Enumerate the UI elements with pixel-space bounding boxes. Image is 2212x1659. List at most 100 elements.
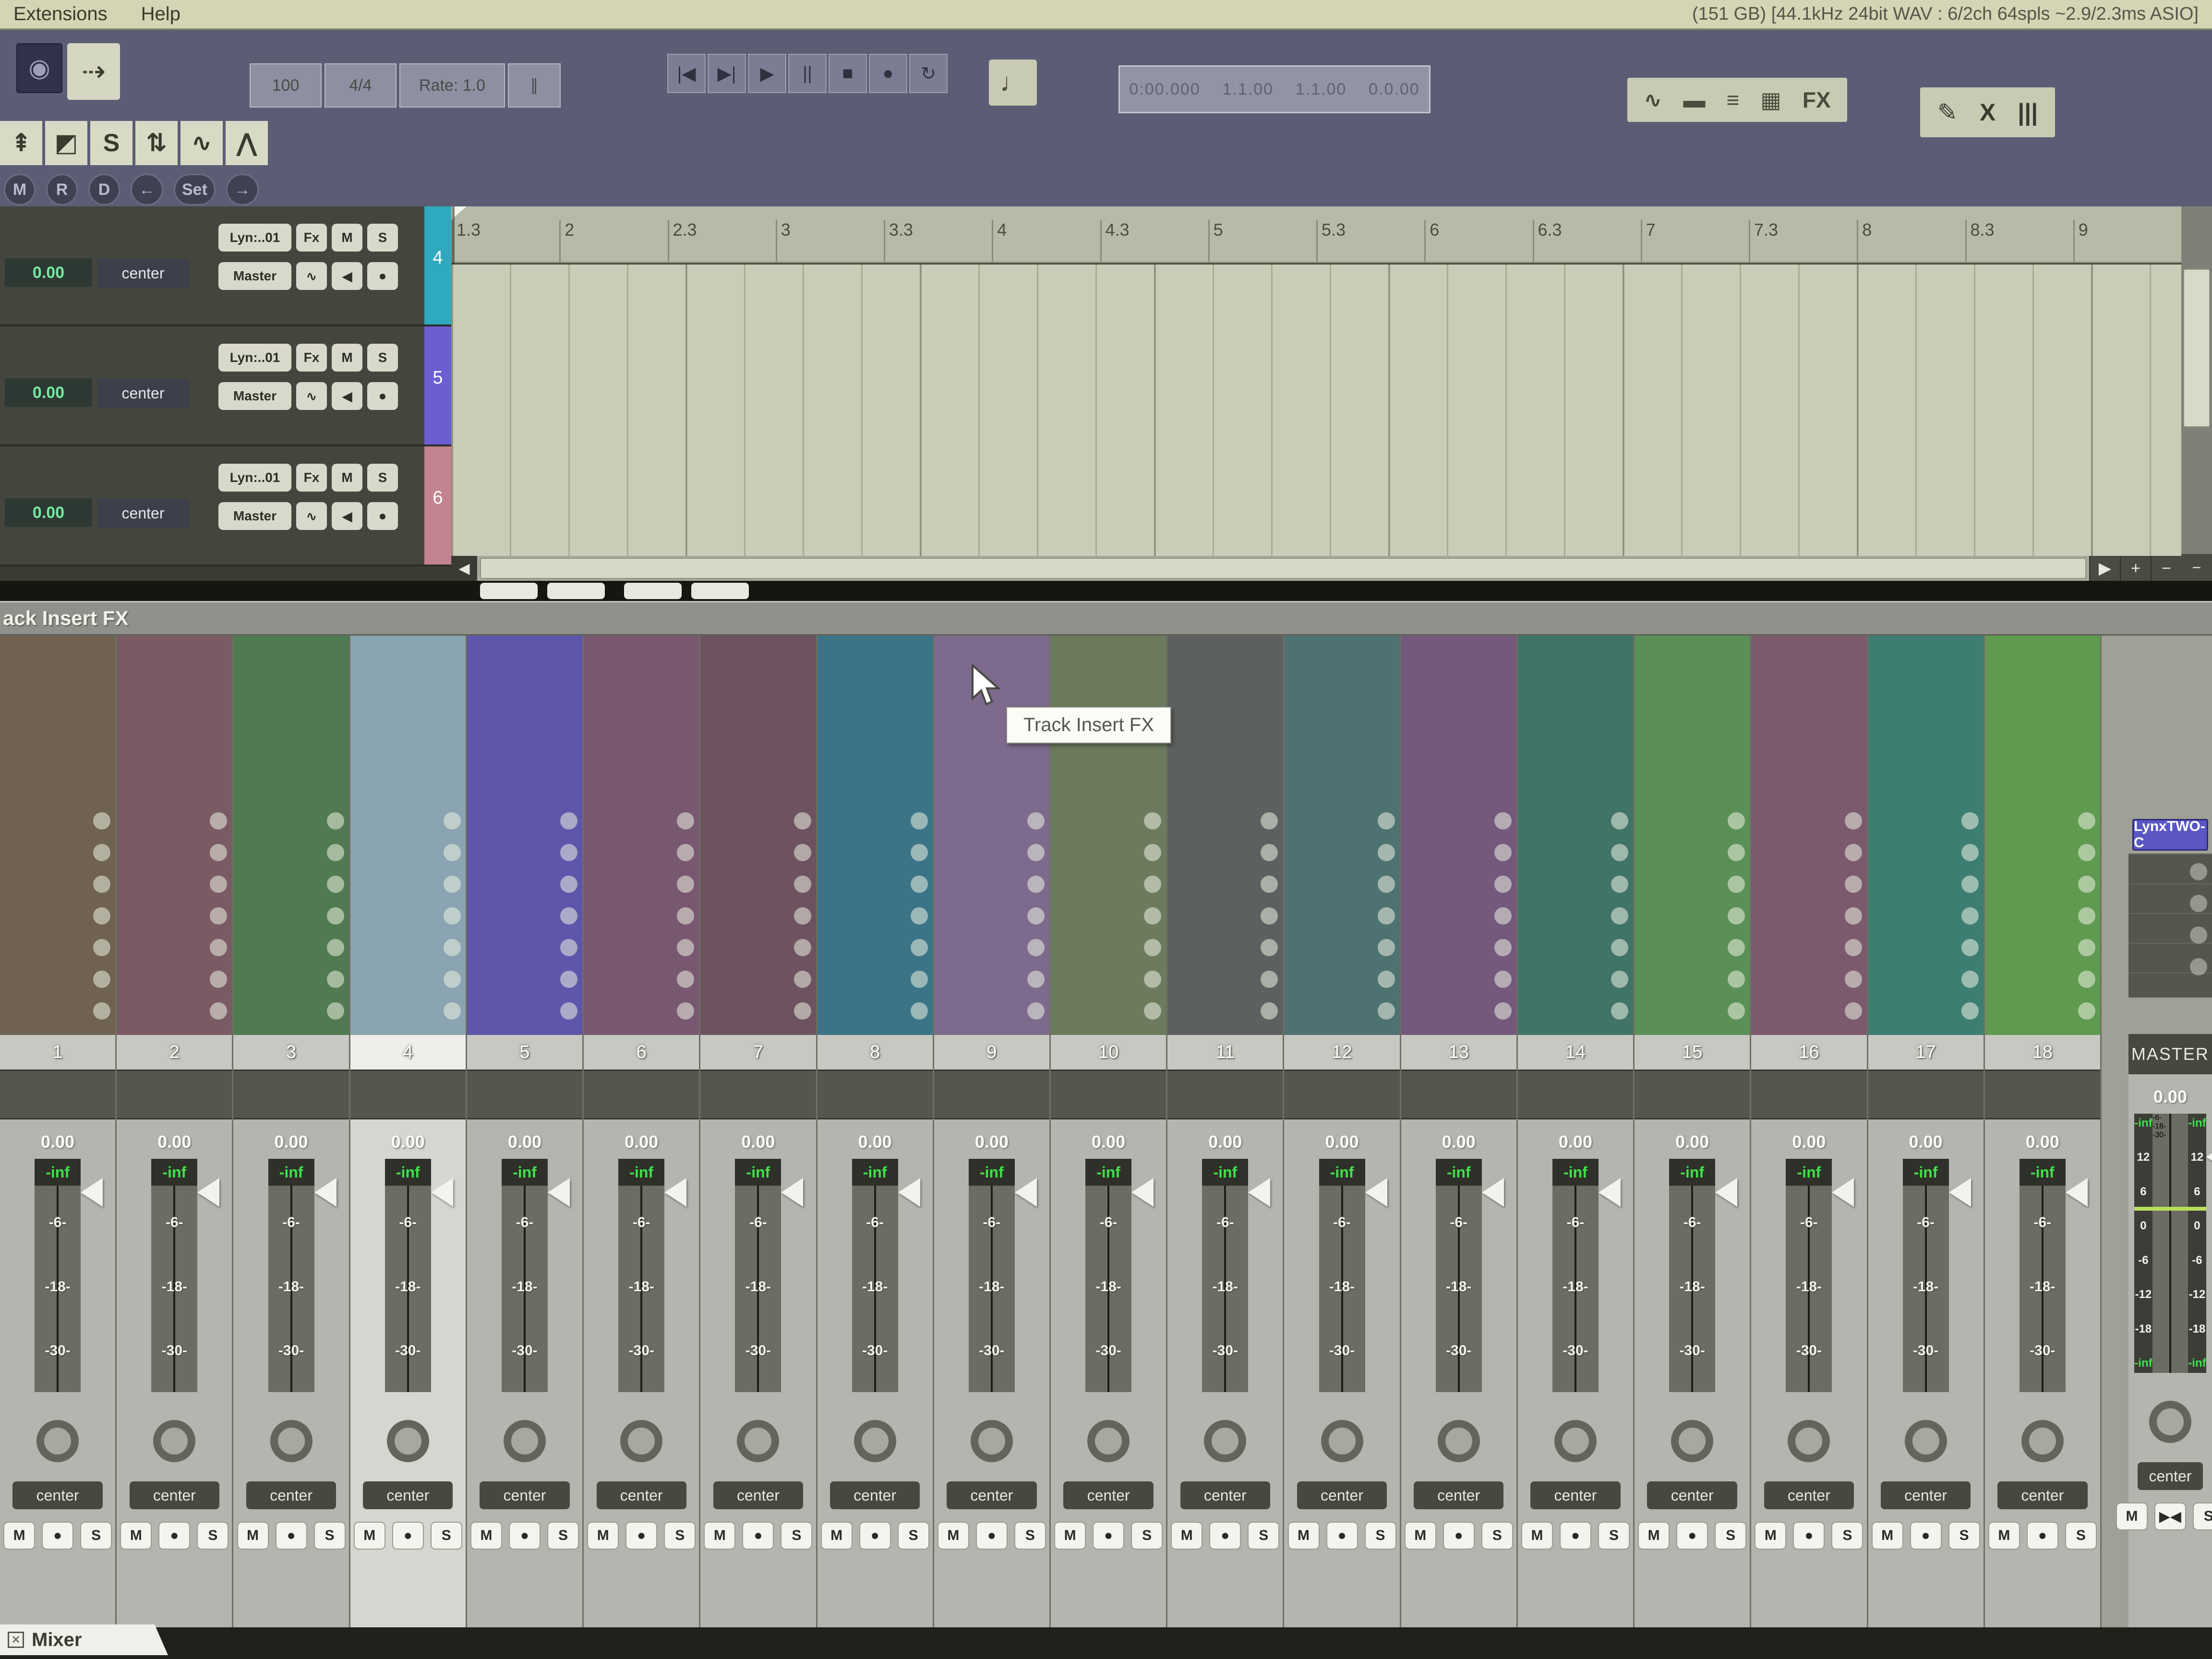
fader-handle[interactable]: [548, 1178, 570, 1207]
send-knob[interactable]: [327, 844, 344, 861]
fader-handle[interactable]: [1365, 1178, 1387, 1207]
fx-label[interactable]: FX: [1803, 87, 1831, 113]
recarm-button[interactable]: ●: [1326, 1522, 1358, 1550]
fader-track[interactable]: -6--18--30-: [385, 1186, 431, 1392]
solo-button[interactable]: S: [1481, 1522, 1513, 1550]
track-phase-button[interactable]: ◀: [332, 262, 362, 290]
partial-track-button[interactable]: [480, 583, 538, 599]
timesig-field[interactable]: 4/4: [325, 63, 397, 108]
mixer-fader-meter[interactable]: -inf-6--18--30-: [2020, 1159, 2066, 1392]
fader-handle[interactable]: [1482, 1178, 1504, 1207]
send-knob[interactable]: [1961, 812, 1979, 830]
send-knob[interactable]: [677, 812, 694, 830]
send-knob[interactable]: [677, 844, 694, 861]
crossfade-icon[interactable]: ◩: [45, 121, 87, 165]
send-knob[interactable]: [1611, 971, 1628, 988]
track-pan-readout[interactable]: center: [97, 378, 189, 408]
master-solo-button[interactable]: S: [2193, 1503, 2212, 1530]
send-knob[interactable]: [210, 812, 227, 830]
mute-button[interactable]: M: [1755, 1522, 1786, 1550]
track-panel-4[interactable]: 0.00centerLyn:..01FxMSMaster∿◀●4: [0, 206, 451, 326]
mute-button[interactable]: M: [470, 1522, 502, 1550]
mixer-strip-14[interactable]: 140.00-inf-6--18--30-centerM●S: [1518, 636, 1635, 1627]
automation-d-button[interactable]: D: [88, 174, 120, 205]
send-knob[interactable]: [93, 971, 110, 988]
solo-button[interactable]: S: [1365, 1522, 1396, 1550]
send-knob[interactable]: [1378, 812, 1395, 830]
recarm-button[interactable]: ●: [392, 1522, 424, 1550]
mixer-volume-readout[interactable]: 0.00: [2026, 1132, 2059, 1152]
fader-handle[interactable]: [314, 1178, 337, 1207]
send-knob[interactable]: [327, 876, 344, 893]
recarm-button[interactable]: ●: [42, 1522, 73, 1550]
pan-knob[interactable]: [2021, 1420, 2064, 1462]
mixer-fader-meter[interactable]: -inf-6--18--30-: [1669, 1159, 1715, 1392]
piano-keys-icon[interactable]: |||: [2018, 98, 2038, 126]
vertical-scrollbar[interactable]: −: [2181, 206, 2212, 581]
mixer-fader-meter[interactable]: -inf-6--18--30-: [1903, 1159, 1949, 1392]
send-knob[interactable]: [1027, 971, 1045, 988]
send-knob[interactable]: [2078, 939, 2095, 956]
mixer-strip-insert-area[interactable]: [1985, 1070, 2100, 1119]
solo-button[interactable]: S: [547, 1522, 579, 1550]
fader-track[interactable]: -6--18--30-: [1436, 1186, 1482, 1392]
mixer-strip-5[interactable]: 50.00-inf-6--18--30-centerM●S: [467, 636, 584, 1627]
fader-handle[interactable]: [1949, 1178, 1971, 1207]
solo-button[interactable]: S: [1831, 1522, 1863, 1550]
send-knob[interactable]: [1261, 939, 1278, 956]
send-knob[interactable]: [444, 939, 461, 956]
send-knob[interactable]: [1027, 876, 1045, 893]
solo-button[interactable]: S: [2065, 1522, 2097, 1550]
mixer-strip-fx-panel[interactable]: [1868, 636, 1984, 1035]
mixer-strip-insert-area[interactable]: [700, 1070, 816, 1119]
send-knob[interactable]: [1611, 1002, 1628, 1020]
pan-knob[interactable]: [1438, 1420, 1480, 1462]
go-to-start-button[interactable]: |◀: [667, 54, 706, 93]
fader-handle[interactable]: [1715, 1178, 1737, 1207]
mixer-strip-16[interactable]: 160.00-inf-6--18--30-centerM●S: [1751, 636, 1868, 1627]
send-knob[interactable]: [1144, 812, 1161, 830]
mixer-strip-fx-panel[interactable]: [817, 636, 933, 1035]
mixer-strip-fx-panel[interactable]: [1167, 636, 1283, 1035]
send-knob[interactable]: [1728, 907, 1745, 925]
track-mute-button[interactable]: M: [332, 344, 362, 372]
mixer-strip-13[interactable]: 130.00-inf-6--18--30-centerM●S: [1401, 636, 1518, 1627]
mixer-strip-insert-area[interactable]: [350, 1070, 466, 1119]
mixer-volume-readout[interactable]: 0.00: [41, 1132, 74, 1152]
send-knob[interactable]: [93, 844, 110, 861]
mixer-strip-fx-panel[interactable]: [1051, 636, 1166, 1035]
mixer-fader-meter[interactable]: -inf-6--18--30-: [1436, 1159, 1482, 1392]
solo-button[interactable]: S: [781, 1522, 812, 1550]
send-knob[interactable]: [794, 876, 811, 893]
layout-icon[interactable]: ▦: [1760, 87, 1781, 113]
mixer-fader-meter[interactable]: -inf-6--18--30-: [151, 1159, 197, 1392]
send-knob[interactable]: [1144, 939, 1161, 956]
send-knob[interactable]: [1494, 844, 1512, 861]
recarm-button[interactable]: ●: [1676, 1522, 1708, 1550]
mixer-volume-readout[interactable]: 0.00: [1442, 1132, 1476, 1152]
send-knob[interactable]: [677, 1002, 694, 1020]
track-volume-readout[interactable]: 0.00: [5, 258, 92, 287]
mixer-strip-2[interactable]: 20.00-inf-6--18--30-centerM●S: [117, 636, 233, 1627]
zoom-out-button[interactable]: −: [2151, 556, 2181, 581]
track-phase-button[interactable]: ◀: [332, 382, 362, 410]
send-knob[interactable]: [1845, 1002, 1862, 1020]
send-knob[interactable]: [560, 971, 577, 988]
send-knob[interactable]: [1611, 939, 1628, 956]
send-knob[interactable]: [1027, 907, 1045, 925]
mixer-fader-meter[interactable]: -inf-6--18--30-: [969, 1159, 1015, 1392]
mixer-strip-4[interactable]: 40.00-inf-6--18--30-centerM●S: [350, 636, 467, 1627]
mixer-fader-meter[interactable]: -inf-6--18--30-: [1552, 1159, 1599, 1392]
mixer-volume-readout[interactable]: 0.00: [508, 1132, 541, 1152]
pan-readout[interactable]: center: [947, 1481, 1036, 1509]
mixer-volume-readout[interactable]: 0.00: [1675, 1132, 1709, 1152]
partial-track-button[interactable]: [691, 583, 749, 599]
mixer-strip-10[interactable]: 100.00-inf-6--18--30-centerM●S: [1051, 636, 1167, 1627]
track-mute-button[interactable]: M: [332, 464, 362, 492]
master-output-button[interactable]: LynxTWO-C: [2132, 819, 2208, 851]
pan-knob[interactable]: [1905, 1420, 1947, 1462]
send-knob[interactable]: [1845, 844, 1862, 861]
automation-r-button[interactable]: R: [46, 174, 78, 205]
track-fx-button[interactable]: Fx: [296, 344, 327, 372]
send-knob[interactable]: [1611, 907, 1628, 925]
